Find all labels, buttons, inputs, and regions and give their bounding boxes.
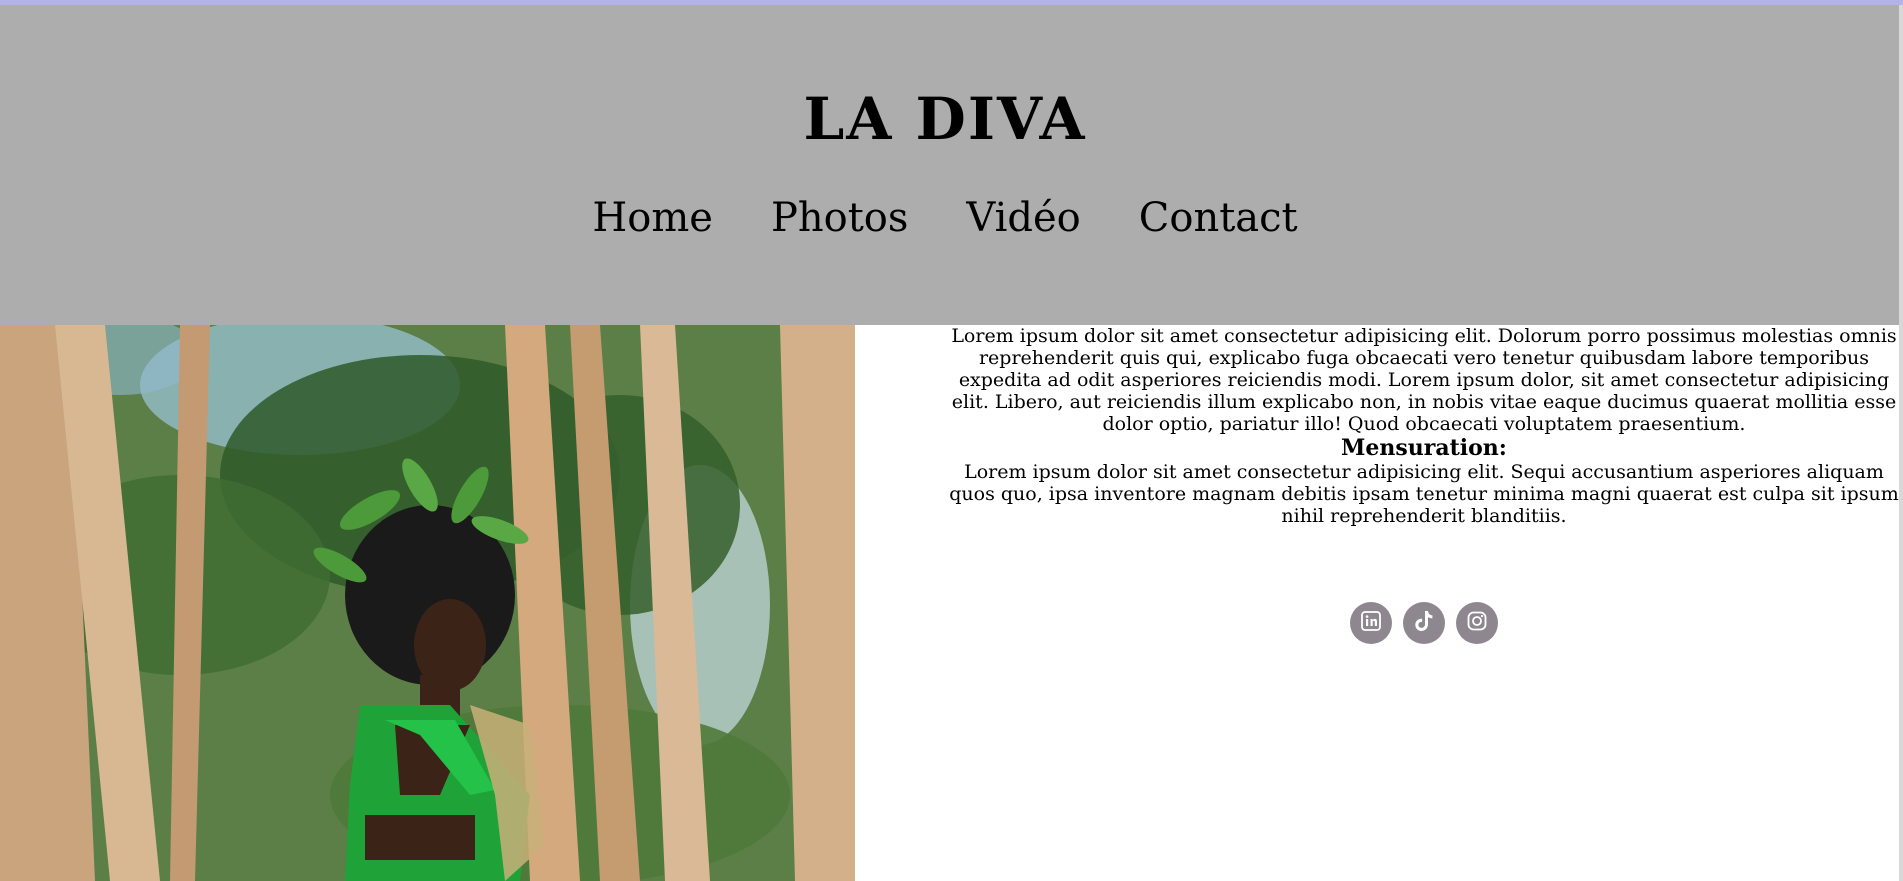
tiktok-link[interactable] [1403,602,1445,644]
main-content: Lorem ipsum dolor sit amet consectetur a… [945,325,1903,644]
section-heading: Mensuration: [1341,435,1507,461]
body-paragraph: Lorem ipsum dolor sit amet consectetur a… [949,461,1899,527]
social-links [945,602,1903,644]
nav-photos[interactable]: Photos [771,195,908,241]
site-header: LA DIVA Home Photos Vidéo Contact [0,5,1903,325]
intro-paragraph: Lorem ipsum dolor sit amet consectetur a… [951,325,1897,435]
tiktok-icon [1414,610,1434,637]
site-logo[interactable]: LA DIVA [0,85,1890,153]
linkedin-link[interactable] [1350,602,1392,644]
instagram-link[interactable] [1456,602,1498,644]
nav-home[interactable]: Home [592,195,713,241]
linkedin-icon [1361,610,1381,636]
nav-contact[interactable]: Contact [1139,195,1298,241]
main-nav: Home Photos Vidéo Contact [0,195,1890,241]
page-scrollbar[interactable] [1899,5,1903,881]
nav-video[interactable]: Vidéo [966,195,1080,241]
instagram-icon [1467,611,1487,636]
hero-photo [0,325,855,881]
hero-photo-illustration [0,325,855,881]
